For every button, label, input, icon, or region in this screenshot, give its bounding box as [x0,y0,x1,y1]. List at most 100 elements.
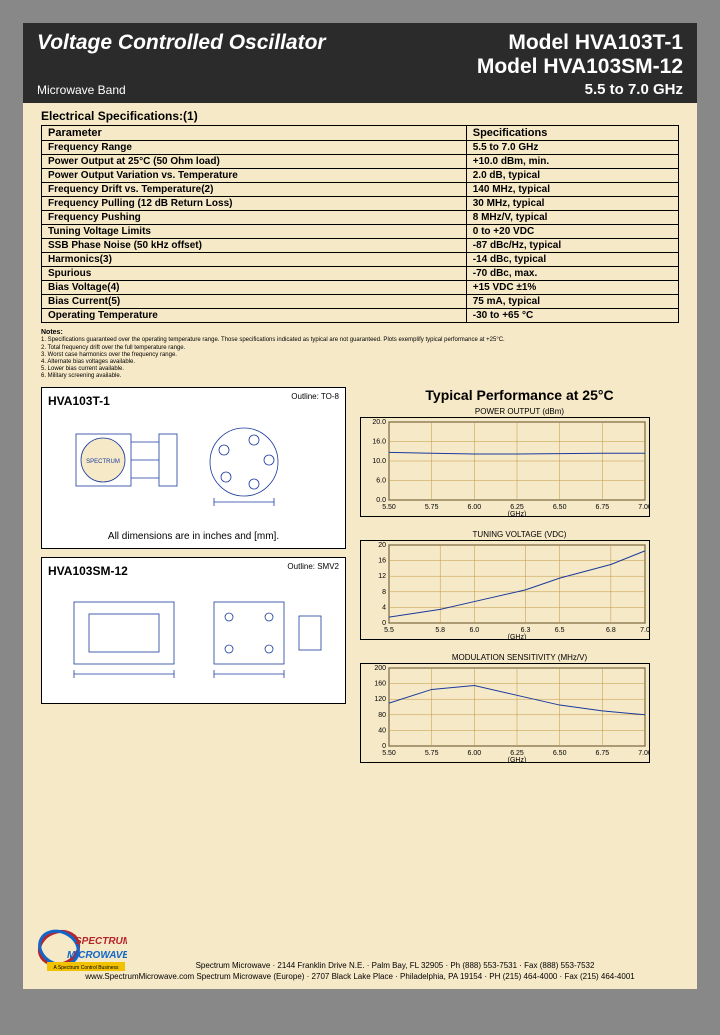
svg-text:6.25: 6.25 [510,504,524,511]
svg-text:6.75: 6.75 [596,504,610,511]
svg-text:80: 80 [378,711,386,718]
svg-text:6.0: 6.0 [376,477,386,484]
note-item: 2. Total frequency drift over the full t… [41,345,679,352]
chart: 0481216205.55.86.06.36.56.87.0(GHz) [360,540,650,640]
svg-text:6.00: 6.00 [468,504,482,511]
table-row: Frequency Pulling (12 dB Return Loss)30 … [42,197,679,211]
svg-text:SPECTRUM: SPECTRUM [86,459,120,465]
dimension-note: All dimensions are in inches and [mm]. [48,531,339,542]
footer-line-1: Spectrum Microwave · 2144 Franklin Drive… [23,961,697,970]
svg-text:7.00: 7.00 [638,504,650,511]
table-row: Operating Temperature-30 to +65 °C [42,309,679,323]
datasheet-page: Voltage Controlled Oscillator Model HVA1… [23,23,697,989]
svg-text:6.50: 6.50 [553,504,567,511]
svg-text:6.25: 6.25 [510,750,524,757]
svg-text:6.5: 6.5 [555,627,565,634]
svg-text:8: 8 [382,588,386,595]
svg-text:6.8: 6.8 [606,627,616,634]
spec-cell: 5.5 to 7.0 GHz [466,141,678,155]
chart-title: TUNING VOLTAGE (VDC) [360,530,679,539]
svg-text:10.0: 10.0 [372,458,386,465]
svg-text:(GHz): (GHz) [508,757,527,763]
param-cell: Bias Voltage(4) [42,281,467,295]
param-cell: Operating Temperature [42,309,467,323]
spec-cell: -30 to +65 °C [466,309,678,323]
svg-text:160: 160 [374,680,386,687]
svg-text:40: 40 [378,727,386,734]
spec-cell: 140 MHz, typical [466,183,678,197]
table-row: Bias Voltage(4)+15 VDC ±1% [42,281,679,295]
spec-cell: 8 MHz/V, typical [466,211,678,225]
svg-text:7.00: 7.00 [638,750,650,757]
table-row: Frequency Drift vs. Temperature(2)140 MH… [42,183,679,197]
footer: Spectrum Microwave · 2144 Franklin Drive… [23,959,697,981]
svg-text:6.75: 6.75 [596,750,610,757]
outline-2-type: Outline: SMV2 [287,562,339,571]
svg-text:5.5: 5.5 [384,627,394,634]
chart: 040801201602005.505.756.006.256.506.757.… [360,663,650,763]
svg-text:7.0: 7.0 [640,627,650,634]
spec-cell: -14 dBc, typical [466,253,678,267]
note-item: 3. Worst case harmonics over the frequen… [41,352,679,359]
performance-title: Typical Performance at 25°C [360,387,679,403]
table-row: Frequency Pushing8 MHz/V, typical [42,211,679,225]
chart-title: MODULATION SENSITIVITY (MHz/V) [360,653,679,662]
spec-cell: +15 VDC ±1% [466,281,678,295]
svg-text:6.00: 6.00 [468,750,482,757]
note-item: 5. Lower bias current available. [41,366,679,373]
spec-cell: +10.0 dBm, min. [466,155,678,169]
table-row: Harmonics(3)-14 dBc, typical [42,253,679,267]
svg-text:6.50: 6.50 [553,750,567,757]
svg-text:200: 200 [374,665,386,672]
param-cell: Frequency Range [42,141,467,155]
svg-text:5.8: 5.8 [435,627,445,634]
spec-cell: -70 dBc, max. [466,267,678,281]
model-line-1: Model HVA103T-1 [508,31,683,55]
outline-2-label: HVA103SM-12 [48,564,128,578]
svg-text:20.0: 20.0 [372,419,386,426]
param-cell: SSB Phase Noise (50 kHz offset) [42,239,467,253]
note-item: 1. Specifications guaranteed over the op… [41,337,679,344]
spec-cell: 0 to +20 VDC [466,225,678,239]
note-item: 4. Alternate bias voltages available. [41,359,679,366]
col-parameter: Parameter [42,126,467,141]
table-row: Tuning Voltage Limits0 to +20 VDC [42,225,679,239]
param-cell: Spurious [42,267,467,281]
svg-text:6.3: 6.3 [521,627,531,634]
param-cell: Tuning Voltage Limits [42,225,467,239]
table-row: SSB Phase Noise (50 kHz offset)-87 dBc/H… [42,239,679,253]
svg-text:5.75: 5.75 [425,504,439,511]
outline-drawing-2 [54,582,334,697]
param-cell: Frequency Pulling (12 dB Return Loss) [42,197,467,211]
svg-text:16.0: 16.0 [372,438,386,445]
chart: 0.0 6.0 10.0 16.0 20.0 5.50 5.75 6.00 6.25 6.50 6.… [360,417,650,517]
spec-cell: 75 mA, typical [466,295,678,309]
svg-text:5.50: 5.50 [382,504,396,511]
chart-title: POWER OUTPUT (dBm) [360,407,679,416]
svg-text:16: 16 [378,557,386,564]
svg-text:SPECTRUM: SPECTRUM [75,936,127,947]
outline-box-1: HVA103T-1 Outline: TO-8 SPECTRUM [41,387,346,549]
svg-text:5.50: 5.50 [382,750,396,757]
svg-text:(GHz): (GHz) [508,634,527,640]
param-cell: Frequency Drift vs. Temperature(2) [42,183,467,197]
outline-drawing-1: SPECTRUM [54,412,334,527]
notes-block: Notes: 1. Specifications guaranteed over… [41,329,679,381]
outline-1-type: Outline: TO-8 [291,392,339,401]
outline-1-label: HVA103T-1 [48,394,110,408]
param-cell: Harmonics(3) [42,253,467,267]
table-row: Power Output at 25°C (50 Ohm load)+10.0 … [42,155,679,169]
spec-cell: 30 MHz, typical [466,197,678,211]
spec-cell: 2.0 dB, typical [466,169,678,183]
svg-text:120: 120 [374,696,386,703]
spec-cell: -87 dBc/Hz, typical [466,239,678,253]
model-line-2: Model HVA103SM-12 [477,55,683,79]
svg-text:0.0: 0.0 [376,497,386,504]
table-row: Frequency Range5.5 to 7.0 GHz [42,141,679,155]
header-bar: Voltage Controlled Oscillator Model HVA1… [23,23,697,103]
svg-text:5.75: 5.75 [425,750,439,757]
table-row: Spurious-70 dBc, max. [42,267,679,281]
param-cell: Frequency Pushing [42,211,467,225]
svg-text:0: 0 [382,620,386,627]
spec-table: Parameter Specifications Frequency Range… [41,125,679,323]
